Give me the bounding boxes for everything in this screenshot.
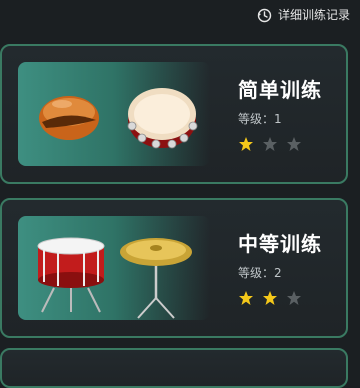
card-level: 等级：2: [238, 266, 282, 280]
training-card-partial[interactable]: [0, 348, 348, 388]
star-filled-icon: [263, 291, 277, 305]
card-level: 等级：1: [238, 112, 282, 126]
card-title: 中等训练: [238, 232, 322, 256]
cabasa-icon: [39, 96, 99, 140]
top-bar: 详细训练记录: [0, 0, 360, 30]
training-card-easy[interactable]: 简单训练 等级：1: [0, 44, 348, 184]
rating-stars: [238, 290, 302, 306]
detail-record-label: 详细训练记录: [277, 8, 350, 22]
history-clock-icon: [257, 8, 272, 22]
training-card-medium[interactable]: 中等训练 等级：2: [0, 198, 348, 338]
instrument-art: [18, 62, 210, 166]
star-filled-icon: [239, 137, 253, 151]
card-title: 简单训练: [238, 78, 322, 102]
tambourine-icon: [127, 88, 198, 149]
detail-record-link[interactable]: 详细训练记录: [256, 6, 350, 23]
star-empty-icon: [263, 137, 277, 151]
rating-stars: [238, 136, 302, 152]
instrument-art: [18, 216, 210, 320]
bass-drum-icon: [37, 237, 105, 313]
star-empty-icon: [287, 137, 301, 151]
star-empty-icon: [287, 291, 301, 305]
cymbal-icon: [120, 238, 192, 319]
star-filled-icon: [239, 291, 253, 305]
